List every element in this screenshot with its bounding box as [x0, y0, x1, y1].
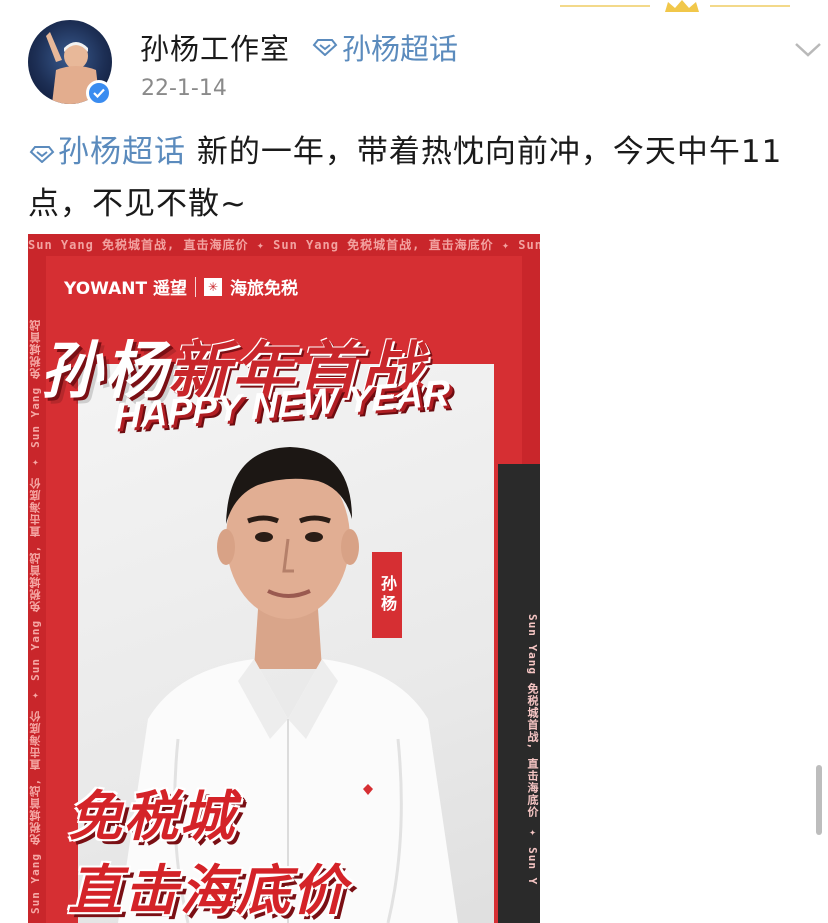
poster-logos: YOWANT 遥望 ✳ 海旅免税 — [64, 274, 298, 299]
verified-badge-icon — [86, 80, 112, 106]
post-text: 孙杨超话 新的一年，带着热忱向前冲，今天中午11点，不见不散~ — [28, 126, 788, 230]
poster-slogan-2: 直击海底价 — [68, 859, 348, 922]
scrollbar[interactable] — [816, 765, 822, 835]
post-topic-label: 孙杨超话 — [58, 134, 186, 170]
diamond-topic-icon — [312, 39, 338, 56]
post-header: 孙杨工作室 孙杨超话 22-1-14 — [28, 20, 828, 110]
post-image[interactable]: Sun Yang 免税城首战, 直击海底价 ✦ Sun Yang 免税城首战, … — [28, 234, 540, 923]
author-topic-link[interactable]: 孙杨超话 — [312, 26, 458, 68]
diamond-topic-icon — [29, 145, 55, 163]
post-date: 22-1-14 — [141, 76, 227, 101]
poster-side-text-right: Sun Yang 免税城首战, 直击海底价 ✦ Sun Y — [526, 614, 539, 886]
author-name[interactable]: 孙杨工作室 — [140, 26, 290, 68]
crown-decoration-icon — [560, 0, 790, 12]
poster-name-tag: 孙杨 — [372, 552, 402, 638]
poster-slogan-1: 免税城 — [68, 785, 236, 848]
author-topic-label: 孙杨超话 — [342, 32, 459, 66]
chevron-down-icon[interactable] — [788, 34, 828, 64]
logo-divider — [195, 276, 197, 297]
brand-yowant-logo: YOWANT 遥望 — [64, 279, 188, 299]
brand-hailv-logo: 海旅免税 — [230, 279, 299, 299]
hailv-logo-icon: ✳ — [204, 277, 223, 296]
poster-marquee: Sun Yang 免税城首战, 直击海底价 ✦ Sun Yang 免税城首战, … — [28, 234, 540, 256]
post-topic-link[interactable]: 孙杨超话 — [28, 134, 186, 170]
